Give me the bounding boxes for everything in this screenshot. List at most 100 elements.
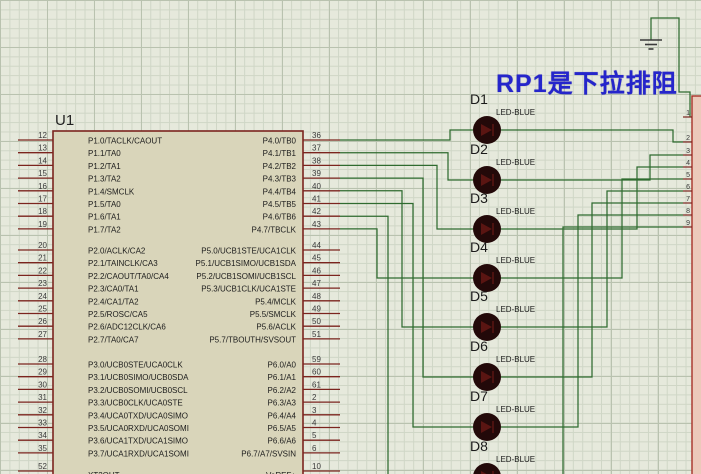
led-d6[interactable]: D6LED-BLUE (470, 338, 535, 391)
led-d2[interactable]: D2LED-BLUE (470, 141, 535, 194)
pin-name: P5.5/SMCLK (250, 310, 297, 319)
pin-name: P4.1/TB1 (263, 149, 297, 158)
pin-name: P5.1/UCB1SIMO/UCB1SDA (196, 259, 297, 268)
pin-name: P1.3/TA2 (88, 175, 121, 184)
pin-number: 61 (312, 380, 321, 389)
wire[interactable] (340, 229, 473, 278)
led-part-label: LED-BLUE (496, 207, 535, 216)
led-d4[interactable]: D4 LED-BLUE (470, 239, 535, 292)
pin-number: 9 (686, 220, 690, 227)
led-column: D1LED-BLUED2LED-BLUED3LED-BLUED4LED-BLUE… (470, 91, 535, 474)
pin-name: P6.7/A7/SVSIN (241, 449, 296, 458)
led-ref-label: D4 (470, 239, 488, 255)
pin-number: 34 (38, 431, 47, 440)
resistor-pack-rp1[interactable]: 123456789 (683, 96, 701, 474)
wire[interactable] (501, 130, 683, 142)
pin-number: 18 (38, 207, 47, 216)
pin-number: 50 (312, 317, 321, 326)
pin-name: P6.1/A1 (268, 373, 297, 382)
pin-name: P2.6/ADC12CLK/CA6 (88, 323, 166, 332)
rp1-body[interactable] (692, 96, 701, 474)
led-part-label: LED-BLUE (496, 405, 535, 414)
led-d3[interactable]: D3LED-BLUE (470, 190, 535, 243)
wire[interactable] (340, 130, 473, 140)
pin-name: P6.6/A6 (268, 437, 297, 446)
pin-number: 42 (312, 207, 321, 216)
pin-name: P5.7/TBOUTH/SVSOUT (209, 335, 296, 344)
pin-number: 14 (38, 156, 47, 165)
wire[interactable] (340, 165, 473, 229)
pin-name: P1.4/SMCLK (88, 187, 135, 196)
pin-name: P3.2/UCB0SOMI/UCB0SCL (88, 386, 188, 395)
pin-number: 47 (312, 279, 321, 288)
pin-number: 4 (686, 160, 690, 167)
pin-name: P6.3/A3 (268, 399, 297, 408)
pin-number: 49 (312, 305, 321, 314)
pin-name: P5.6/ACLK (256, 323, 296, 332)
pin-number: 26 (38, 317, 47, 326)
pin-number: 1 (686, 110, 690, 117)
wire[interactable] (340, 191, 473, 327)
led-d5[interactable]: D5LED-BLUE (470, 288, 535, 341)
chip-u1[interactable]: U112P1.0/TACLK/CAOUT13P1.1/TA014P1.2/TA1… (18, 112, 340, 474)
pin-name: P4.0/TB0 (263, 137, 297, 146)
pin-name: P3.6/UCA1TXD/UCA1SIMO (88, 437, 188, 446)
pin-name: P4.6/TB6 (263, 213, 297, 222)
pin-name: P1.6/TA1 (88, 213, 121, 222)
led-part-label: LED-BLUE (496, 256, 535, 265)
pin-number: 12 (38, 131, 47, 140)
pin-name: P3.5/UCA0RXD/UCA0SOMI (88, 424, 189, 433)
pin-name: P2.1/TAINCLK/CA3 (88, 259, 158, 268)
pin-number: 2 (312, 393, 317, 402)
pin-number: 59 (312, 355, 321, 364)
pin-number: 4 (312, 419, 317, 428)
pin-number: 46 (312, 266, 321, 275)
pin-name: P6.2/A2 (268, 386, 297, 395)
pin-name: P3.4/UCA0TXD/UCA0SIMO (88, 411, 188, 420)
pin-name: P2.2/CAOUT/TA0/CA4 (88, 272, 169, 281)
pin-name: P4.3/TB3 (263, 175, 297, 184)
led-ref-label: D7 (470, 388, 488, 404)
pin-number: 24 (38, 292, 47, 301)
pin-name: P3.7/UCA1RXD/UCA1SOMI (88, 449, 189, 458)
wire[interactable] (340, 153, 473, 180)
pin-number: 3 (686, 148, 690, 155)
pin-number: 13 (38, 144, 47, 153)
pin-name: P5.3/UCB1CLK/UCA1STE (201, 285, 296, 294)
led-d7[interactable]: D7 LED-BLUE (470, 388, 535, 441)
pin-name: P2.0/ACLK/CA2 (88, 247, 146, 256)
led-d8[interactable]: D8LED-BLUE (470, 438, 535, 474)
wire[interactable] (340, 216, 473, 474)
wire[interactable] (340, 204, 473, 428)
ground-icon[interactable] (640, 40, 662, 49)
pin-name: P6.0/A0 (268, 361, 297, 370)
led-part-label: LED-BLUE (496, 108, 535, 117)
pin-number: 37 (312, 144, 321, 153)
pin-number: 40 (312, 182, 321, 191)
pin-number: 20 (38, 241, 47, 250)
led-ref-label: D8 (470, 438, 488, 454)
pin-number: 16 (38, 182, 47, 191)
led-part-label: LED-BLUE (496, 355, 535, 364)
pin-number: 45 (312, 254, 321, 263)
led-part-label: LED-BLUE (496, 158, 535, 167)
pin-number: 52 (38, 462, 47, 471)
annotation-text[interactable]: RP1是下拉排阻 (496, 64, 678, 100)
pin-number: 7 (686, 196, 690, 203)
pin-name: P2.5/ROSC/CA5 (88, 310, 148, 319)
pin-name: P5.0/UCB1STE/UCA1CLK (201, 247, 296, 256)
pin-number: 21 (38, 254, 47, 263)
pin-number: 19 (38, 220, 47, 229)
pin-name: P3.3/UCB0CLK/UCA0STE (88, 399, 183, 408)
pin-name: P1.7/TA2 (88, 225, 121, 234)
pin-number: 15 (38, 169, 47, 178)
led-body-icon[interactable] (473, 463, 501, 474)
pin-number: 30 (38, 380, 47, 389)
led-part-label: LED-BLUE (496, 305, 535, 314)
pin-number: 5 (686, 172, 690, 179)
led-ref-label: D1 (470, 91, 488, 107)
pin-number: 8 (686, 208, 690, 215)
pin-name: P4.5/TB5 (263, 200, 297, 209)
pin-name: P5.4/MCLK (255, 297, 297, 306)
chip-ref-label: U1 (55, 112, 74, 129)
